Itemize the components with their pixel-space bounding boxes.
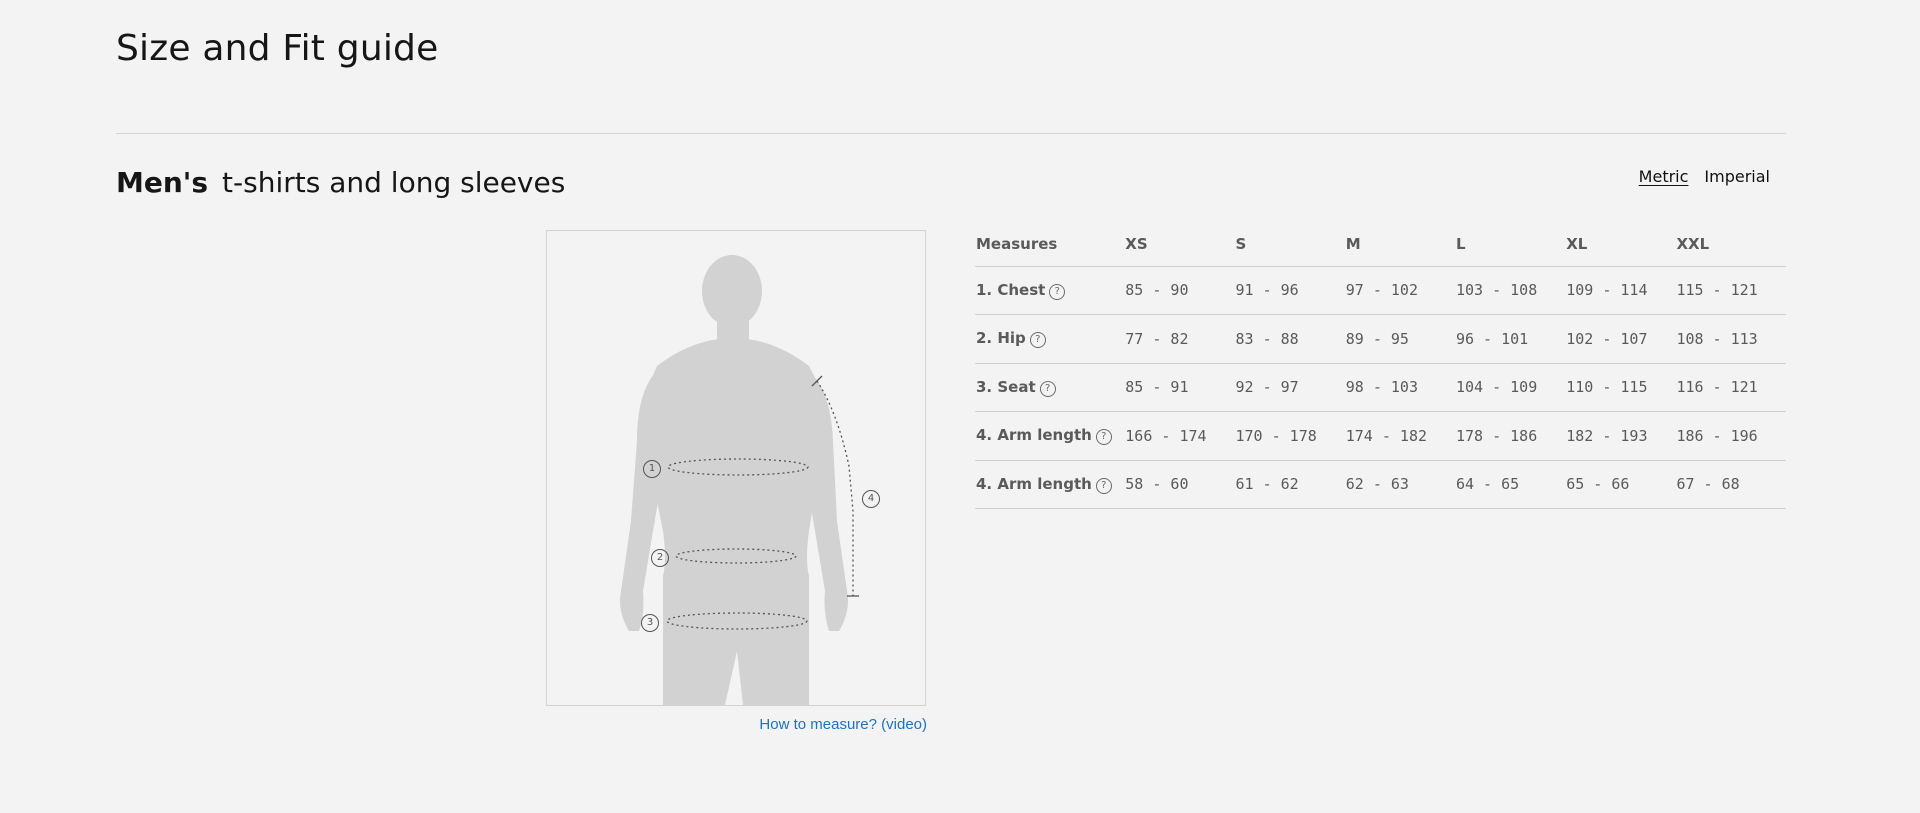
header-size-s: S: [1235, 234, 1247, 253]
marker-3: 3: [641, 614, 659, 632]
measure-label-cell: 2. Hip?: [975, 314, 1125, 363]
table-cell: 96 - 101: [1454, 314, 1566, 363]
table-cell: 109 - 114: [1565, 265, 1676, 315]
table-cell: 186 - 196: [1675, 411, 1786, 460]
imperial-toggle[interactable]: Imperial: [1704, 167, 1770, 186]
measure-label: 4. Arm length: [976, 474, 1092, 493]
measure-label: 2. Hip: [976, 329, 1026, 348]
table-cell: 103 - 108: [1454, 265, 1566, 315]
gender-label: Men's: [116, 166, 209, 199]
table-row: 2. Hip? 77 - 82 83 - 88 89 - 95 96 - 101…: [975, 314, 1786, 363]
table-cell: 77 - 82: [1124, 314, 1235, 363]
header-size-xxl: XXL: [1676, 234, 1710, 253]
header-size-m: M: [1345, 234, 1361, 253]
marker-2: 2: [651, 549, 669, 567]
measure-label: 4. Arm length: [976, 426, 1092, 445]
body-silhouette-illustration: [620, 255, 859, 705]
table-cell: 115 - 121: [1675, 265, 1786, 315]
table-cell: 116 - 121: [1675, 362, 1786, 412]
table-cell: 61 - 62: [1234, 459, 1345, 509]
table-row: 1. Chest? 85 - 90 91 - 96 97 - 102 103 -…: [975, 265, 1786, 315]
divider: [116, 133, 1786, 134]
header-size-l: L: [1455, 234, 1466, 253]
table-cell: 85 - 90: [1124, 265, 1235, 315]
table-cell: 104 - 109: [1454, 362, 1566, 412]
table-header-row: Measures XS S M L XL XXL: [975, 222, 1786, 266]
table-cell: 65 - 66: [1565, 459, 1676, 509]
table-cell: 64 - 65: [1454, 459, 1566, 509]
table-cell: 67 - 68: [1675, 459, 1786, 509]
size-table: Measures XS S M L XL XXL 1. Chest? 85 - …: [975, 222, 1786, 509]
table-cell: 62 - 63: [1344, 459, 1455, 509]
measure-label-cell: 1. Chest?: [975, 265, 1125, 315]
measure-figure: 1 2 3 4: [546, 230, 926, 706]
measure-label-cell: 4. Arm length?: [975, 411, 1125, 460]
table-cell: 98 - 103: [1344, 362, 1455, 412]
table-cell: 91 - 96: [1234, 265, 1345, 315]
marker-1: 1: [643, 460, 661, 478]
unit-toggle: Metric Imperial: [1639, 167, 1770, 186]
measure-label: 1. Chest: [976, 280, 1046, 299]
table-cell: 89 - 95: [1344, 314, 1455, 363]
table-cell: 92 - 97: [1234, 362, 1345, 412]
page-title: Size and Fit guide: [116, 28, 439, 69]
table-row: 4. Arm length? 58 - 60 61 - 62 62 - 63 6…: [975, 459, 1786, 509]
table-cell: 97 - 102: [1344, 265, 1455, 315]
metric-toggle[interactable]: Metric: [1639, 167, 1689, 186]
help-icon[interactable]: ?: [1095, 429, 1112, 446]
header-size-xs: XS: [1125, 234, 1148, 253]
help-icon[interactable]: ?: [1049, 283, 1066, 300]
measure-label-cell: 4. Arm length?: [975, 459, 1125, 509]
table-row: 4. Arm length? 166 - 174 170 - 178 174 -…: [975, 411, 1786, 460]
section-title: Men's t-shirts and long sleeves: [116, 166, 565, 199]
table-cell: 170 - 178: [1234, 411, 1345, 460]
table-cell: 178 - 186: [1454, 411, 1566, 460]
help-icon[interactable]: ?: [1039, 380, 1056, 397]
table-cell: 110 - 115: [1565, 362, 1676, 412]
table-cell: 166 - 174: [1124, 411, 1235, 460]
help-icon[interactable]: ?: [1029, 332, 1046, 349]
header-size-xl: XL: [1566, 234, 1588, 253]
marker-4: 4: [862, 490, 880, 508]
table-cell: 102 - 107: [1565, 314, 1676, 363]
table-cell: 83 - 88: [1234, 314, 1345, 363]
help-icon[interactable]: ?: [1095, 477, 1112, 494]
table-cell: 108 - 113: [1675, 314, 1786, 363]
how-to-measure-video-link[interactable]: How to measure? (video): [744, 716, 927, 733]
category-label: t-shirts and long sleeves: [222, 166, 566, 199]
table-row: 3. Seat? 85 - 91 92 - 97 98 - 103 104 - …: [975, 362, 1786, 412]
table-cell: 58 - 60: [1124, 459, 1235, 509]
table-cell: 174 - 182: [1344, 411, 1455, 460]
header-measures: Measures: [976, 234, 1058, 253]
table-cell: 85 - 91: [1124, 362, 1235, 412]
measure-label: 3. Seat: [976, 377, 1036, 396]
table-cell: 182 - 193: [1565, 411, 1676, 460]
measure-label-cell: 3. Seat?: [975, 362, 1125, 412]
